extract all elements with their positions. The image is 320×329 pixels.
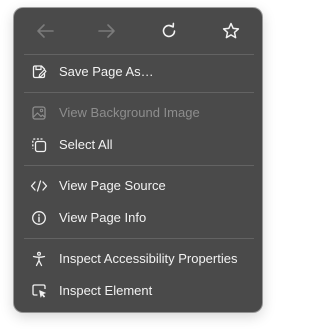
image-icon xyxy=(30,104,48,122)
separator xyxy=(24,92,254,93)
menu-item-inspect-accessibility-properties[interactable]: Inspect Accessibility Properties xyxy=(19,245,257,273)
info-icon xyxy=(30,209,48,227)
star-icon xyxy=(222,22,240,39)
back-button[interactable] xyxy=(32,20,58,42)
inspect-element-icon xyxy=(30,282,48,300)
menu-item-label: Select All xyxy=(59,137,113,152)
arrow-left-icon xyxy=(37,24,54,38)
reload-icon xyxy=(162,22,176,38)
menu-item-save-page-as[interactable]: Save Page As… xyxy=(19,58,257,86)
separator xyxy=(24,165,254,166)
menu-item-label: Save Page As… xyxy=(59,64,154,79)
code-icon xyxy=(30,177,48,195)
bookmark-button[interactable] xyxy=(218,20,244,42)
context-menu: Save Page As… View Background Image Sele… xyxy=(14,8,262,312)
menu-item-view-page-info[interactable]: View Page Info xyxy=(19,204,257,232)
separator xyxy=(24,238,254,239)
menu-item-label: Inspect Accessibility Properties xyxy=(59,251,238,266)
context-menu-toolbar xyxy=(14,8,262,54)
menu-item-label: View Background Image xyxy=(59,105,200,120)
accessibility-icon xyxy=(30,250,48,268)
menu-item-label: View Page Source xyxy=(59,178,166,193)
save-page-icon xyxy=(30,63,48,81)
menu-item-select-all[interactable]: Select All xyxy=(19,131,257,159)
reload-button[interactable] xyxy=(156,20,182,42)
menu-item-view-page-source[interactable]: View Page Source xyxy=(19,172,257,200)
menu-item-label: Inspect Element xyxy=(59,283,153,298)
arrow-right-icon xyxy=(98,24,115,38)
select-all-icon xyxy=(30,136,48,154)
separator xyxy=(24,54,254,55)
menu-item-inspect-element[interactable]: Inspect Element xyxy=(19,277,257,305)
forward-button[interactable] xyxy=(94,20,120,42)
menu-item-label: View Page Info xyxy=(59,210,147,225)
menu-item-view-background-image: View Background Image xyxy=(19,99,257,127)
